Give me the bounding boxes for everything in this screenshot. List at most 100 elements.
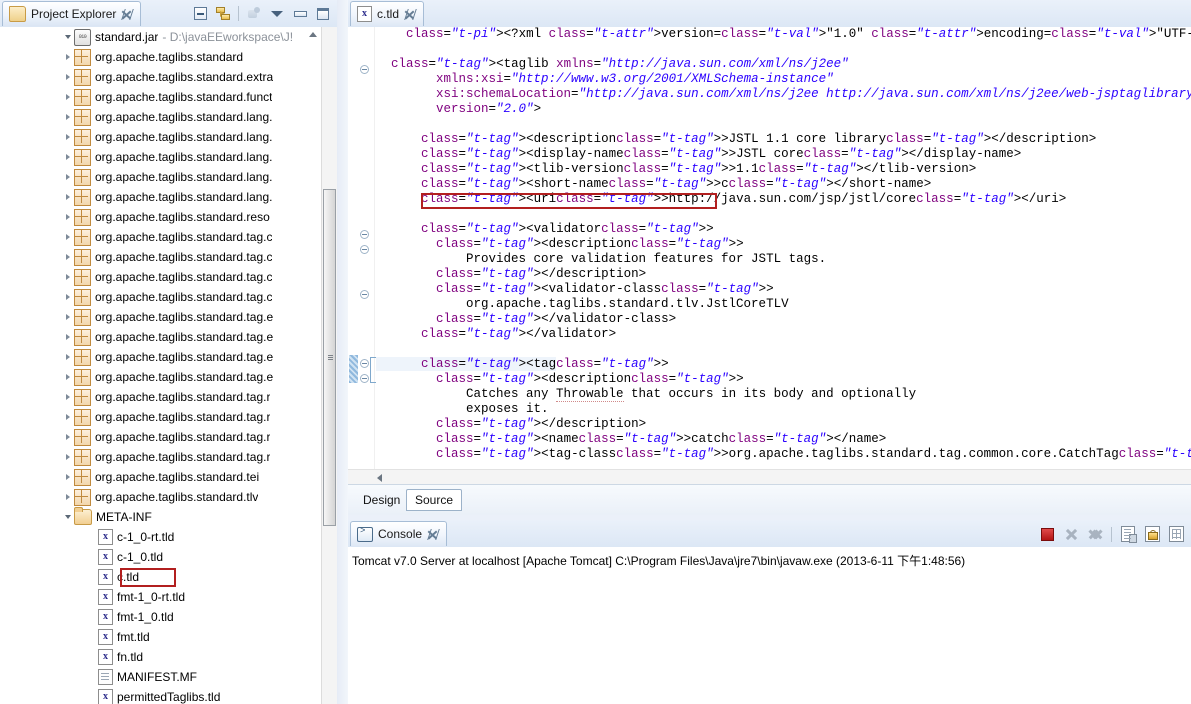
- tree-row[interactable]: fmt-1_0-rt.tld: [0, 587, 337, 607]
- display-selected-console-button[interactable]: [1166, 524, 1186, 544]
- expand-arrow-icon[interactable]: [62, 347, 74, 367]
- expand-arrow-icon[interactable]: [62, 47, 74, 67]
- fold-marker-icon[interactable]: [360, 65, 369, 74]
- expand-arrow-icon[interactable]: [62, 107, 74, 127]
- tree-row[interactable]: org.apache.taglibs.standard.reso: [0, 207, 337, 227]
- tree-row[interactable]: fn.tld: [0, 647, 337, 667]
- fold-marker-icon[interactable]: [360, 374, 369, 383]
- tree-row[interactable]: org.apache.taglibs.standard.lang.: [0, 147, 337, 167]
- scrollbar-thumb[interactable]: [323, 189, 336, 526]
- expand-arrow-icon[interactable]: [62, 267, 74, 287]
- terminate-button[interactable]: [1037, 524, 1057, 544]
- tree-row[interactable]: org.apache.taglibs.standard.lang.: [0, 127, 337, 147]
- tree-row[interactable]: org.apache.taglibs.standard.tag.c: [0, 247, 337, 267]
- minimize-button[interactable]: [290, 4, 310, 24]
- expand-arrow-icon[interactable]: [62, 447, 74, 467]
- scroll-up-icon[interactable]: [309, 32, 317, 37]
- tree-item-label: org.apache.taglibs.standard.tag.r: [95, 450, 271, 464]
- tab-source[interactable]: Source: [406, 489, 463, 511]
- editor-text-area[interactable]: class="t-pi"><?xml class="t-attr">versio…: [348, 27, 1191, 485]
- tree-row[interactable]: c-1_0-rt.tld: [0, 527, 337, 547]
- close-icon[interactable]: [404, 8, 417, 20]
- fold-marker-icon[interactable]: [360, 290, 369, 299]
- expand-arrow-icon[interactable]: [62, 407, 74, 427]
- expand-arrow-icon[interactable]: [62, 327, 74, 347]
- remove-all-terminated-button[interactable]: [1085, 524, 1105, 544]
- tree-row[interactable]: org.apache.taglibs.standard.tag.e: [0, 327, 337, 347]
- tree-row[interactable]: c-1_0.tld: [0, 547, 337, 567]
- tree-row[interactable]: fmt-1_0.tld: [0, 607, 337, 627]
- vertical-splitter[interactable]: [337, 0, 348, 704]
- tab-c-tld[interactable]: c.tld: [350, 1, 425, 26]
- tree-row[interactable]: permittedTaglibs.tld: [0, 687, 337, 704]
- expand-arrow-icon[interactable]: [62, 127, 74, 147]
- tree-vertical-scrollbar[interactable]: [321, 27, 337, 704]
- tree-row[interactable]: org.apache.taglibs.standard.tag.e: [0, 347, 337, 367]
- project-tree[interactable]: standard.jar - D:\javaEEworkspace\J! org…: [0, 27, 337, 704]
- fold-marker-icon[interactable]: [360, 245, 369, 254]
- folding-gutter[interactable]: [348, 27, 376, 484]
- expand-arrow-icon[interactable]: [62, 87, 74, 107]
- tree-row[interactable]: org.apache.taglibs.standard.tag.r: [0, 427, 337, 447]
- expand-arrow-icon[interactable]: [62, 67, 74, 87]
- tree-row[interactable]: org.apache.taglibs.standard.tei: [0, 467, 337, 487]
- expand-arrow-icon[interactable]: [62, 287, 74, 307]
- tree-row[interactable]: org.apache.taglibs.standard.lang.: [0, 167, 337, 187]
- expand-arrow-icon[interactable]: [62, 207, 74, 227]
- close-icon[interactable]: [427, 528, 440, 540]
- expand-arrow-icon[interactable]: [62, 487, 74, 507]
- view-menu-button[interactable]: [267, 4, 287, 24]
- tree-row[interactable]: org.apache.taglibs.standard.tag.e: [0, 367, 337, 387]
- tree-row[interactable]: org.apache.taglibs.standard.tag.c: [0, 287, 337, 307]
- source-code[interactable]: class="t-pi"><?xml class="t-attr">versio…: [376, 27, 1191, 462]
- tree-row[interactable]: c.tld: [0, 567, 337, 587]
- tab-console[interactable]: Console: [350, 521, 448, 546]
- link-with-editor-button[interactable]: [213, 4, 233, 24]
- fold-marker-icon[interactable]: [360, 230, 369, 239]
- tab-project-explorer[interactable]: Project Explorer: [2, 1, 142, 26]
- tree-row[interactable]: org.apache.taglibs.standard: [0, 47, 337, 67]
- expand-arrow-icon[interactable]: [62, 167, 74, 187]
- tree-row[interactable]: org.apache.taglibs.standard.tag.r: [0, 407, 337, 427]
- tree-row[interactable]: org.apache.taglibs.standard.tag.e: [0, 307, 337, 327]
- close-icon[interactable]: [121, 8, 135, 20]
- tree-row[interactable]: org.apache.taglibs.standard.funct: [0, 87, 337, 107]
- maximize-button[interactable]: [313, 4, 333, 24]
- tree-row[interactable]: org.apache.taglibs.standard.tag.c: [0, 267, 337, 287]
- expand-arrow-icon[interactable]: [62, 147, 74, 167]
- scroll-left-icon[interactable]: [377, 474, 382, 482]
- remove-launch-button[interactable]: [1061, 524, 1081, 544]
- expand-arrow-icon[interactable]: [62, 187, 74, 207]
- code-line: class="t-pi"><?xml: [406, 27, 542, 41]
- focus-on-active-task-button[interactable]: [244, 4, 264, 24]
- expand-arrow-icon[interactable]: [62, 367, 74, 387]
- tree-row[interactable]: org.apache.taglibs.standard.tlv: [0, 487, 337, 507]
- tree-row[interactable]: org.apache.taglibs.standard.extra: [0, 67, 337, 87]
- expand-arrow-icon[interactable]: [62, 307, 74, 327]
- terminate-icon: [1040, 527, 1054, 541]
- editor-horizontal-scrollbar[interactable]: [348, 469, 1191, 484]
- tree-row[interactable]: org.apache.taglibs.standard.tag.c: [0, 227, 337, 247]
- expand-arrow-icon[interactable]: [62, 247, 74, 267]
- tree-row-root[interactable]: standard.jar - D:\javaEEworkspace\J!: [0, 27, 337, 47]
- expand-arrow-icon[interactable]: [62, 467, 74, 487]
- tree-row[interactable]: org.apache.taglibs.standard.tag.r: [0, 447, 337, 467]
- expand-arrow-icon[interactable]: [62, 227, 74, 247]
- expand-arrow-icon[interactable]: [62, 27, 74, 47]
- fold-marker-icon[interactable]: [360, 359, 369, 368]
- minimize-icon: [293, 10, 307, 17]
- expand-arrow-icon[interactable]: [62, 427, 74, 447]
- tree-row[interactable]: MANIFEST.MF: [0, 667, 337, 687]
- tree-row[interactable]: org.apache.taglibs.standard.tag.r: [0, 387, 337, 407]
- tree-row[interactable]: org.apache.taglibs.standard.lang.: [0, 107, 337, 127]
- tree-row[interactable]: org.apache.taglibs.standard.lang.: [0, 187, 337, 207]
- copy-to-file-button[interactable]: [1118, 524, 1138, 544]
- tab-design[interactable]: Design: [355, 489, 408, 511]
- expand-arrow-icon[interactable]: [62, 387, 74, 407]
- scroll-lock-button[interactable]: [1142, 524, 1162, 544]
- console-output[interactable]: Tomcat v7.0 Server at localhost [Apache …: [348, 547, 1191, 704]
- tree-row[interactable]: fmt.tld: [0, 627, 337, 647]
- expand-arrow-icon[interactable]: [62, 507, 74, 527]
- tree-row[interactable]: META-INF: [0, 507, 337, 527]
- collapse-all-button[interactable]: [190, 4, 210, 24]
